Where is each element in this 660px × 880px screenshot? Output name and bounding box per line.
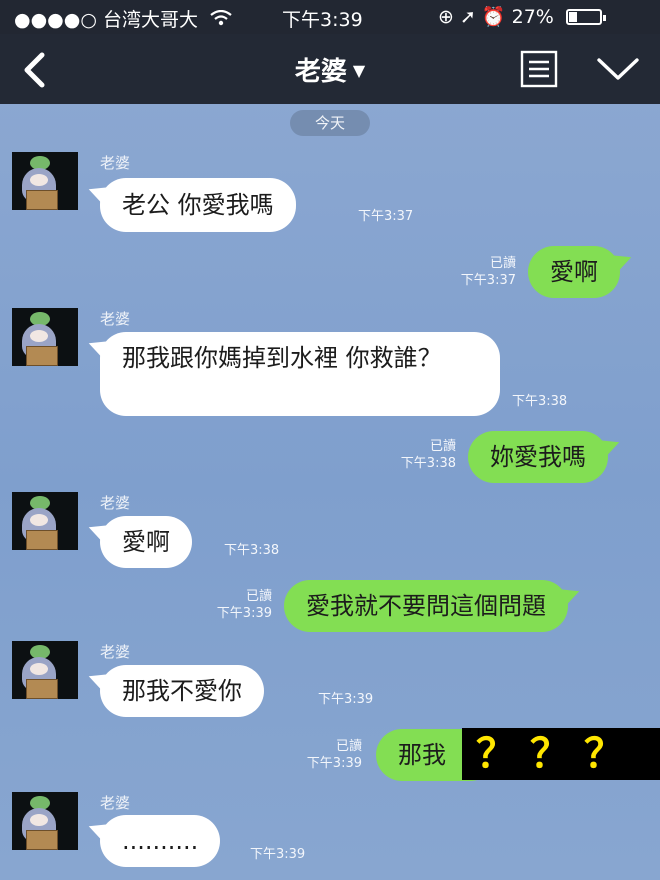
message-bubble-incoming[interactable]: ..........	[100, 815, 221, 867]
chat-header: 老婆 ▼	[0, 34, 660, 104]
message-bubble-incoming[interactable]: 那我跟你媽掉到水裡 你救誰？	[100, 332, 500, 416]
message-time: 下午3:37	[358, 209, 414, 224]
status-right-group: ⊕ ➚ ⏰ 27%	[438, 5, 606, 28]
battery-icon	[565, 9, 606, 25]
date-divider: 今天	[290, 110, 370, 136]
contact-avatar[interactable]	[12, 308, 78, 366]
message-bubble-outgoing[interactable]: 愛我就不要問這個問題	[284, 580, 568, 632]
sender-name: 老婆	[100, 154, 131, 172]
message-bubble-incoming[interactable]: 老公 你愛我嗎	[100, 178, 296, 232]
message-time: 下午3:39	[250, 847, 306, 862]
message-meta: 已讀 下午3:39	[186, 588, 272, 622]
status-icons: ⊕ ➚ ⏰	[438, 6, 506, 28]
sender-name: 老婆	[100, 794, 131, 812]
contact-avatar[interactable]	[12, 792, 78, 850]
message-time: 下午3:38	[512, 394, 568, 409]
message-meta: 已讀 下午3:38	[370, 438, 456, 472]
chat-title-button[interactable]: 老婆 ▼	[0, 51, 660, 88]
message-text: 愛我就不要問這個問題	[306, 592, 546, 620]
message-bubble-outgoing[interactable]: 妳愛我嗎	[468, 431, 608, 483]
message-meta: 已讀 下午3:37	[430, 255, 516, 289]
contact-avatar[interactable]	[12, 492, 78, 550]
message-time: 下午3:39	[216, 606, 272, 621]
question-marks-overlay: ？？？	[462, 728, 660, 780]
message-time: 下午3:39	[318, 692, 374, 707]
message-text: ..........	[122, 827, 199, 855]
message-text: 愛啊	[122, 528, 170, 556]
chat-screen: ●●●●○ 台湾大哥大 下午3:39 ⊕ ➚ ⏰ 27% 老婆 ▼ 今天 老婆 …	[0, 0, 660, 880]
sender-name: 老婆	[100, 310, 131, 328]
message-time: 下午3:38	[400, 456, 456, 471]
message-time: 下午3:37	[460, 273, 516, 288]
message-bubble-incoming[interactable]: 那我不愛你	[100, 665, 264, 717]
contact-avatar[interactable]	[12, 641, 78, 699]
sender-name: 老婆	[100, 643, 131, 661]
chat-title: 老婆	[294, 57, 347, 87]
carrier-group: ●●●●○ 台湾大哥大	[14, 5, 232, 32]
message-text: 那我不愛你	[122, 677, 242, 705]
signal-strength-icon: ●●●●○	[14, 9, 97, 31]
message-time: 下午3:38	[224, 543, 280, 558]
read-receipt: 已讀	[429, 439, 456, 454]
message-text: 愛啊	[550, 258, 598, 286]
status-time: 下午3:39	[282, 9, 363, 31]
sender-name: 老婆	[100, 494, 131, 512]
message-bubble-incoming[interactable]: 愛啊	[100, 516, 192, 568]
message-bubble-outgoing[interactable]: 愛啊	[528, 246, 620, 298]
read-receipt: 已讀	[335, 739, 362, 754]
status-bar: ●●●●○ 台湾大哥大 下午3:39 ⊕ ➚ ⏰ 27%	[0, 0, 660, 34]
menu-icon[interactable]	[520, 50, 558, 88]
carrier-name: 台湾大哥大	[102, 9, 198, 31]
read-receipt: 已讀	[245, 589, 272, 604]
caret-down-icon: ▼	[352, 61, 366, 80]
read-receipt: 已讀	[489, 256, 516, 271]
wifi-icon	[210, 10, 232, 26]
message-meta: 已讀 下午3:39	[276, 738, 362, 772]
message-text: 老公 你愛我嗎	[122, 191, 274, 219]
chevron-down-icon[interactable]	[596, 54, 640, 84]
message-text: 那我跟你媽掉到水裡 你救誰？	[122, 344, 442, 372]
battery-percent: 27%	[511, 6, 554, 28]
message-text: 妳愛我嗎	[490, 443, 586, 471]
battery-fill	[568, 12, 577, 22]
message-time: 下午3:39	[306, 756, 362, 771]
contact-avatar[interactable]	[12, 152, 78, 210]
